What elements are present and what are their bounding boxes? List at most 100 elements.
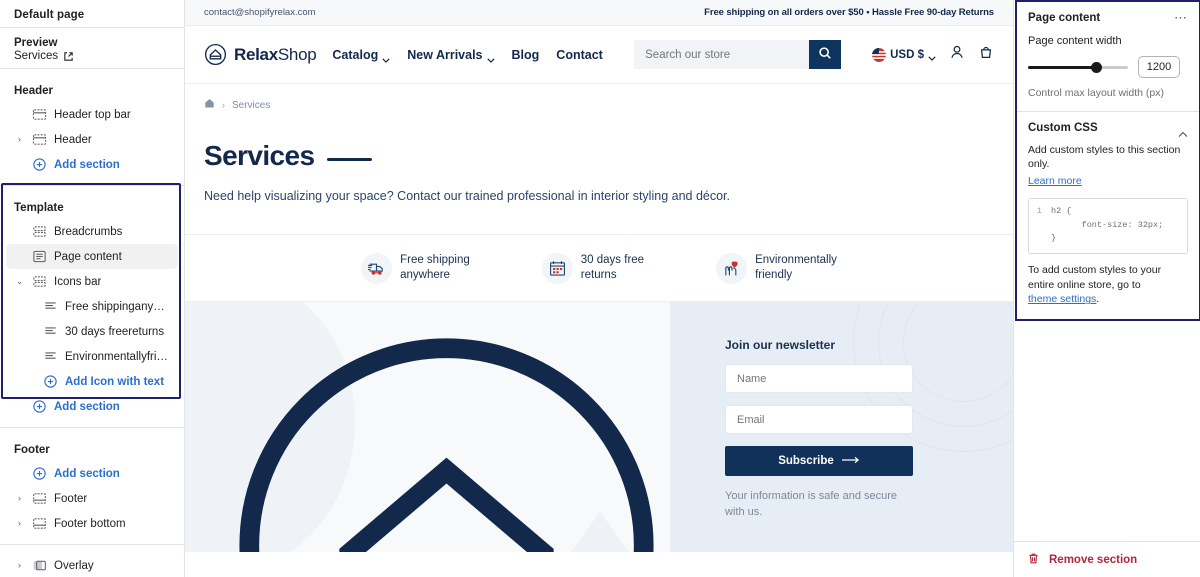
custom-css-title: Custom CSS	[1028, 122, 1098, 134]
page-content-width-slider[interactable]	[1028, 61, 1128, 73]
custom-css-settings: Custom CSS Add custom styles to this sec…	[1017, 112, 1199, 319]
section-settings-panel: Page content ⋯ Page content width 1200 C…	[1013, 0, 1200, 577]
breadcrumbs-section-icon	[32, 224, 47, 239]
icons-bar-line1: Environmentally	[755, 253, 837, 268]
preview-label: Preview	[14, 37, 170, 49]
breadcrumb: › Services	[185, 84, 1013, 112]
plus-circle-icon	[32, 399, 47, 414]
nav-item-catalog[interactable]: Catalog	[332, 48, 390, 62]
store-logo[interactable]: RelaxShop	[204, 43, 316, 66]
code-gutter-number	[1034, 219, 1042, 232]
search-button[interactable]	[809, 40, 841, 69]
sidebar-block-30-days-returns[interactable]: 30 days freereturns	[6, 319, 178, 344]
header-section-icon	[32, 132, 47, 147]
icons-bar-item-free-shipping: Free shipping anywhere	[361, 253, 470, 284]
footer-group: Footer › Add section › Footer ›	[0, 428, 184, 544]
preview-value-row[interactable]: Services	[14, 50, 170, 62]
icons-bar-item-environmentally-friendly: Environmentally friendly	[716, 253, 837, 284]
sidebar-item-header[interactable]: › Header	[6, 127, 178, 152]
learn-more-link[interactable]: Learn more	[1028, 175, 1082, 187]
search-icon	[818, 46, 832, 63]
text-block-icon	[43, 324, 58, 339]
custom-css-code-editor[interactable]: 1 h2 { font-size: 32px; }	[1028, 198, 1188, 254]
add-section-header-button[interactable]: › Add section	[6, 152, 178, 177]
code-text: h2 {	[1051, 205, 1071, 218]
icons-bar-item-30-days-returns: 30 days free returns	[542, 253, 644, 284]
bag-icon[interactable]	[978, 44, 994, 65]
remove-section-button[interactable]: Remove section	[1014, 541, 1200, 577]
theme-settings-link[interactable]: theme settings	[1028, 292, 1096, 307]
user-icon[interactable]	[949, 44, 965, 65]
add-section-label: Add section	[54, 468, 120, 480]
subscribe-button[interactable]: Subscribe	[725, 446, 913, 476]
sidebar-block-environmentally-friendly[interactable]: Environmentallyfriendly	[6, 344, 178, 369]
currency-selector[interactable]: USD $	[872, 48, 936, 62]
page-title: Services	[204, 140, 314, 172]
default-page-row[interactable]: Default page	[0, 0, 184, 27]
store-email[interactable]: contact@shopifyrelax.com	[204, 7, 316, 18]
nav-item-contact[interactable]: Contact	[556, 48, 603, 62]
newsletter-name-input[interactable]	[725, 364, 913, 393]
chevron-down-icon[interactable]: ⌄	[14, 277, 25, 286]
nav-item-new-arrivals[interactable]: New Arrivals	[407, 48, 494, 62]
chevron-right-icon[interactable]: ›	[14, 519, 25, 528]
breadcrumb-current: Services	[232, 100, 270, 111]
icons-bar-section: Free shipping anywhere	[185, 234, 1013, 302]
promo-message: Free shipping on all orders over $50 • H…	[704, 7, 994, 18]
header-section-icon	[32, 107, 47, 122]
us-flag-icon	[872, 48, 886, 62]
trash-icon	[1027, 552, 1040, 568]
add-icon-with-text-button[interactable]: Add Icon with text	[6, 369, 178, 394]
custom-css-header[interactable]: Custom CSS	[1028, 122, 1188, 134]
more-options-icon[interactable]: ⋯	[1174, 13, 1188, 23]
sidebar-item-breadcrumbs[interactable]: › Breadcrumbs	[6, 219, 178, 244]
brand-light: Shop	[278, 45, 317, 64]
add-section-label: Add section	[54, 159, 120, 171]
page-content-width-input[interactable]: 1200	[1138, 56, 1180, 78]
storefront-preview: contact@shopifyrelax.com Free shipping o…	[185, 0, 1013, 577]
search-input[interactable]	[634, 40, 809, 69]
announcement-top-bar: contact@shopifyrelax.com Free shipping o…	[185, 0, 1013, 26]
house-logo-icon	[204, 43, 227, 66]
chevron-right-icon[interactable]: ›	[14, 494, 25, 503]
note-period: .	[1096, 293, 1099, 305]
home-icon[interactable]	[204, 98, 215, 112]
calendar-icon	[542, 253, 573, 284]
search-bar	[634, 40, 841, 69]
sidebar-item-page-content[interactable]: › Page content	[6, 244, 178, 269]
add-section-template-button[interactable]: › Add section	[6, 394, 178, 419]
nav-item-blog[interactable]: Blog	[512, 48, 540, 62]
external-link-icon[interactable]	[63, 51, 74, 62]
code-line: }	[1034, 232, 1181, 245]
sidebar-item-label: Page content	[54, 251, 122, 263]
slider-knob[interactable]	[1091, 62, 1102, 73]
overlay-section-icon	[32, 558, 47, 573]
title-rule	[327, 158, 372, 161]
sidebar-block-label: Free shippinganywhere	[65, 301, 168, 313]
newsletter-email-input[interactable]	[725, 405, 913, 434]
sections-sidebar: Default page Preview Services Header › H…	[0, 0, 185, 577]
chevron-up-icon[interactable]	[1178, 125, 1188, 132]
footer-section-icon	[32, 516, 47, 531]
chevron-right-icon[interactable]: ›	[14, 135, 25, 144]
currency-label: USD $	[890, 49, 924, 61]
code-line: 1 h2 {	[1034, 205, 1181, 218]
page-content-section-icon	[32, 249, 47, 264]
sidebar-item-label: Footer	[54, 493, 87, 505]
preview-row[interactable]: Preview Services	[0, 28, 184, 68]
chevron-right-icon[interactable]: ›	[14, 561, 25, 570]
page-content-width-control: 1200	[1028, 56, 1188, 78]
icons-bar-item-text: Free shipping anywhere	[400, 253, 470, 282]
sidebar-item-footer[interactable]: › Footer	[6, 486, 178, 511]
sidebar-block-label: 30 days freereturns	[65, 326, 164, 338]
page-subtitle: Need help visualizing your space? Contac…	[185, 172, 1013, 203]
sidebar-item-overlay[interactable]: › Overlay	[6, 553, 178, 577]
sidebar-item-footer-bottom[interactable]: › Footer bottom	[6, 511, 178, 536]
sidebar-item-label: Header top bar	[54, 109, 131, 121]
store-header: RelaxShop Catalog New Arrivals Blog Cont…	[185, 26, 1013, 84]
store-name: RelaxShop	[234, 45, 316, 65]
sidebar-item-header-top-bar[interactable]: › Header top bar	[6, 102, 178, 127]
sidebar-block-free-shipping[interactable]: Free shippinganywhere	[6, 294, 178, 319]
add-section-footer-button[interactable]: › Add section	[6, 461, 178, 486]
sidebar-item-icons-bar[interactable]: ⌄ Icons bar	[6, 269, 178, 294]
